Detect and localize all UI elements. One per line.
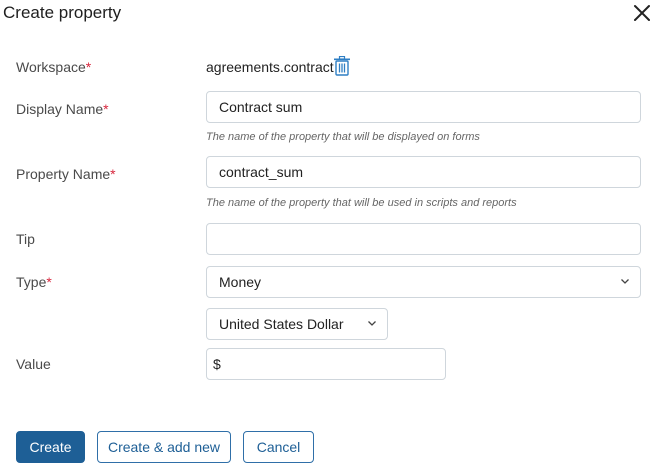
currency-select-value: United States Dollar [219,316,344,332]
display-name-label: Display Name* [16,101,109,117]
type-select-value: Money [219,274,262,290]
dialog-title: Create property [3,3,122,22]
tip-input[interactable] [206,223,641,255]
cancel-button[interactable]: Cancel [243,431,314,463]
property-name-hint: The name of the property that will be us… [206,197,517,209]
type-label: Type* [16,274,52,290]
property-name-label: Property Name* [16,166,116,182]
create-button[interactable]: Create [16,431,85,463]
close-icon[interactable] [633,4,651,22]
type-select[interactable]: Money [206,266,641,298]
tip-label: Tip [16,231,35,247]
chevron-down-icon [368,321,376,326]
workspace-value: agreements.contract [206,59,334,75]
chevron-down-icon [621,279,629,284]
create-and-add-new-button[interactable]: Create & add new [97,431,231,463]
value-input[interactable]: $ [206,348,446,380]
value-label: Value [16,356,51,372]
workspace-label: Workspace* [16,59,92,75]
trash-icon[interactable] [333,56,351,76]
display-name-input[interactable]: Contract sum [206,91,641,123]
property-name-input[interactable]: contract_sum [206,156,641,188]
display-name-hint: The name of the property that will be di… [206,131,480,143]
currency-select[interactable]: United States Dollar [206,308,388,340]
